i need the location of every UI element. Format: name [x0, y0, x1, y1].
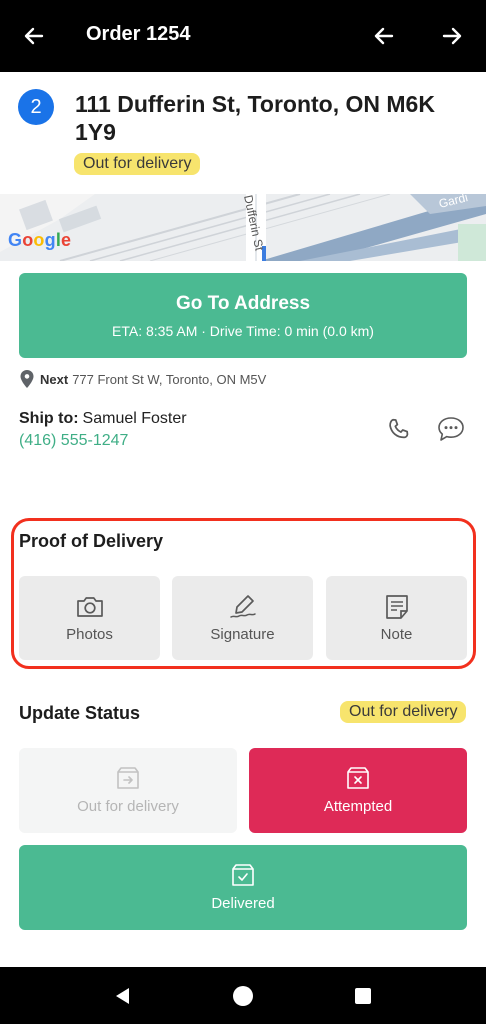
package-x-icon	[347, 767, 369, 789]
status-badge: Out for delivery	[74, 153, 201, 175]
chat-bubble-icon	[438, 417, 464, 441]
call-button[interactable]	[383, 414, 415, 446]
square-recents-icon	[355, 987, 371, 1004]
ship-to-row: Ship to: Samuel Foster	[19, 410, 187, 428]
nav-home-button[interactable]	[218, 967, 268, 1024]
delivered-label: Delivered	[211, 895, 275, 912]
arrow-left-icon	[24, 27, 44, 45]
map-preview[interactable]: Dufferin St Gardi Google	[0, 194, 486, 261]
signature-pen-icon	[229, 595, 256, 618]
next-order-button[interactable]	[434, 18, 470, 54]
recipient-name: Samuel Foster	[82, 410, 187, 427]
nav-recents-button[interactable]	[338, 967, 388, 1024]
google-logo: Google	[8, 230, 72, 250]
photos-label: Photos	[66, 626, 113, 643]
out-for-delivery-button[interactable]: Out for delivery	[19, 748, 237, 833]
go-to-address-label: Go To Address	[175, 293, 311, 314]
photos-button[interactable]: Photos	[19, 576, 160, 660]
ship-to-label: Ship to:	[19, 410, 79, 427]
recipient-phone-link[interactable]: (416) 555-1247	[19, 432, 128, 450]
previous-order-button[interactable]	[366, 18, 402, 54]
delivered-button[interactable]: Delivered	[19, 845, 467, 930]
package-arrow-icon	[117, 767, 139, 789]
circle-home-icon	[233, 985, 253, 1006]
next-label: Next	[40, 371, 69, 387]
message-button[interactable]	[435, 413, 467, 445]
page-title: Order 1254	[86, 23, 191, 45]
eta-text: ETA: 8:35 AM · Drive Time: 0 min (0.0 km…	[112, 323, 374, 339]
top-app-bar: Order 1254	[0, 0, 486, 72]
triangle-back-icon	[116, 987, 129, 1004]
proof-of-delivery-title: Proof of Delivery	[19, 531, 164, 551]
current-status-badge: Out for delivery	[340, 701, 467, 723]
location-pin-icon	[20, 370, 34, 388]
out-for-delivery-label: Out for delivery	[77, 798, 179, 815]
arrow-left-icon	[374, 27, 394, 45]
go-to-address-button[interactable]: Go To Address ETA: 8:35 AM · Drive Time:…	[19, 273, 467, 358]
arrow-right-icon	[442, 27, 462, 45]
phone-icon	[389, 418, 409, 439]
note-label: Note	[380, 626, 413, 643]
note-button[interactable]: Note	[326, 576, 467, 660]
back-button[interactable]	[16, 18, 52, 54]
nav-back-button[interactable]	[98, 967, 148, 1024]
camera-icon	[76, 597, 103, 617]
next-stop-address: 777 Front St W, Toronto, ON M5V	[72, 371, 267, 387]
delivery-address: 111 Dufferin St, Toronto, ON M6K 1Y9	[75, 91, 435, 145]
signature-button[interactable]: Signature	[172, 576, 313, 660]
map-tiles: Dufferin St Gardi	[0, 194, 486, 261]
note-icon	[385, 595, 408, 619]
next-stop-row: Next 777 Front St W, Toronto, ON M5V	[20, 370, 266, 388]
update-status-title: Update Status	[19, 703, 141, 723]
attempted-button[interactable]: Attempted	[249, 748, 467, 833]
stop-number-badge: 2	[18, 89, 54, 125]
package-check-icon	[232, 864, 254, 886]
system-nav-bar	[0, 967, 486, 1024]
signature-label: Signature	[210, 626, 275, 643]
attempted-label: Attempted	[323, 798, 393, 815]
